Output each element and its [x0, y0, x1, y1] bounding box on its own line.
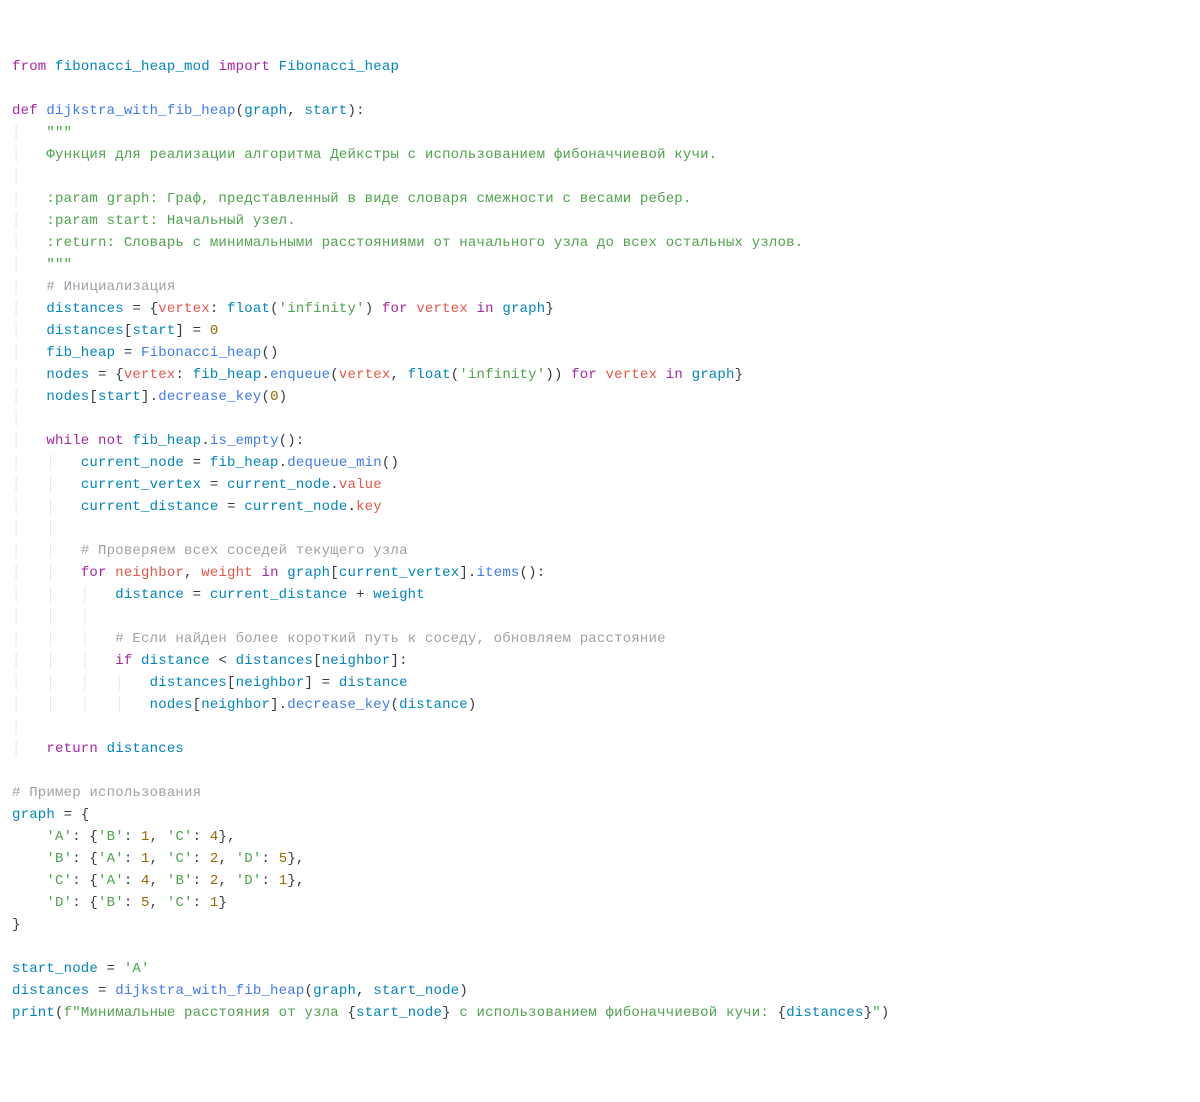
keyword-import: import	[218, 59, 270, 75]
function-name: dijkstra_with_fib_heap	[46, 103, 235, 119]
docstring-line: :return: Словарь с минимальными расстоян…	[46, 235, 803, 251]
module-name: fibonacci_heap_mod	[55, 59, 210, 75]
param-graph: graph	[244, 103, 287, 119]
docstring-line: :param graph: Граф, представленный в вид…	[46, 191, 691, 207]
docstring-close: """	[46, 257, 72, 273]
param-start: start	[304, 103, 347, 119]
comment: # Проверяем всех соседей текущего узла	[81, 543, 408, 559]
space	[46, 59, 55, 75]
code-block: from fibonacci_heap_mod import Fibonacci…	[12, 56, 1188, 1024]
keyword-from: from	[12, 59, 46, 75]
comment: # Пример использования	[12, 785, 201, 801]
docstring-line: :param start: Начальный узел.	[46, 213, 295, 229]
docstring-open: """	[46, 125, 72, 141]
docstring-line: Функция для реализации алгоритма Дейкстр…	[46, 147, 717, 163]
builtin-print: print	[12, 1005, 55, 1021]
keyword-def: def	[12, 103, 38, 119]
class-name: Fibonacci_heap	[279, 59, 399, 75]
comment: # Инициализация	[46, 279, 175, 295]
var-distances: distances	[46, 301, 123, 317]
comment: # Если найден более короткий путь к сосе…	[115, 631, 666, 647]
